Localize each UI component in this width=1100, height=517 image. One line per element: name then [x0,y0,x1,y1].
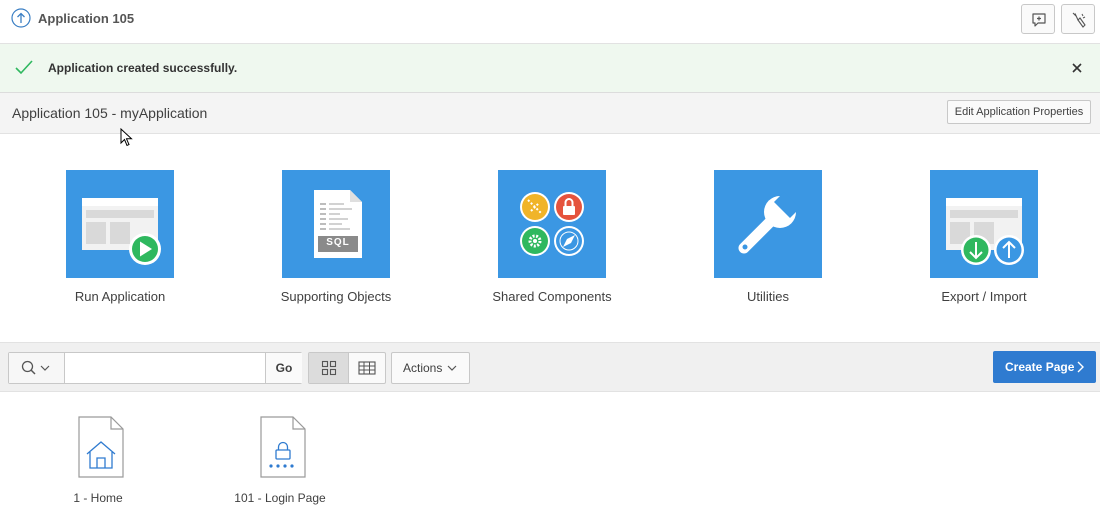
search-input[interactable] [65,353,264,383]
tile-run-application-box [66,170,174,278]
page-item-home[interactable]: 1 - Home [38,416,158,511]
tile-label: Supporting Objects [280,289,392,304]
go-button[interactable]: Go [265,353,302,383]
tile-shared-components[interactable]: Shared Components [444,170,660,310]
actions-label: Actions [403,361,443,375]
tile-export-import[interactable]: Export / Import [876,170,1092,310]
tile-label: Shared Components [492,289,612,304]
icon-view-button[interactable] [309,353,349,383]
wrench-icon [738,192,800,254]
tile-label: Utilities [747,289,789,304]
up-arrow-icon[interactable] [11,8,31,28]
tile-supporting-objects-box: SQL [282,170,390,278]
developer-toolbar-icon [1072,12,1086,28]
home-page-icon [78,416,124,478]
success-alert: Application created successfully. [0,44,1100,93]
tile-label: Run Application [74,289,166,304]
login-page-icon [260,416,306,478]
page-label: 101 - Login Page [234,491,326,505]
success-message: Application created successfully. [48,61,238,75]
mouse-cursor-icon [120,128,133,147]
check-icon [15,60,33,75]
tile-utilities[interactable]: Utilities [660,170,876,310]
create-page-label: Create Page [1005,360,1075,374]
close-icon[interactable] [1071,62,1083,74]
sql-script-icon [314,190,362,258]
tile-run-application[interactable]: Run Application [12,170,228,310]
application-name: Application 105 - myApplication [12,105,208,121]
shared-components-icon [520,192,584,256]
run-application-icon [82,198,161,265]
export-import-icon [946,198,1024,265]
search-options-button[interactable] [9,353,65,383]
feedback-icon [1032,13,1046,27]
search-icon [21,360,36,375]
top-header: Application 105 [0,0,1100,44]
actions-menu-button[interactable]: Actions [391,352,470,384]
page-label: 1 - Home [73,491,123,505]
tile-supporting-objects[interactable]: SQL Supporting Objects [228,170,444,310]
search-bar: Go [8,352,302,384]
developer-toolbar-button[interactable] [1061,4,1095,34]
sql-badge: SQL [326,237,350,248]
pages-toolbar: Go Actions Create Page [0,342,1100,392]
feedback-button[interactable] [1021,4,1055,34]
report-view-button[interactable] [348,353,386,383]
create-page-button[interactable]: Create Page [993,351,1096,383]
chevron-down-icon [447,365,457,371]
tile-utilities-box [714,170,822,278]
view-toggle [308,352,386,384]
application-bar: Application 105 - myApplication Edit App… [0,93,1100,134]
tile-label: Export / Import [941,289,1027,304]
grid-icon [321,360,337,376]
chevron-right-icon [1077,361,1084,373]
edit-application-properties-button[interactable]: Edit Application Properties [947,100,1091,124]
tile-export-import-box [930,170,1038,278]
page-item-login[interactable]: 101 - Login Page [220,416,340,511]
tile-shared-components-box [498,170,606,278]
table-icon [358,361,376,375]
chevron-down-icon [40,365,50,371]
app-title: Application 105 [38,11,135,26]
